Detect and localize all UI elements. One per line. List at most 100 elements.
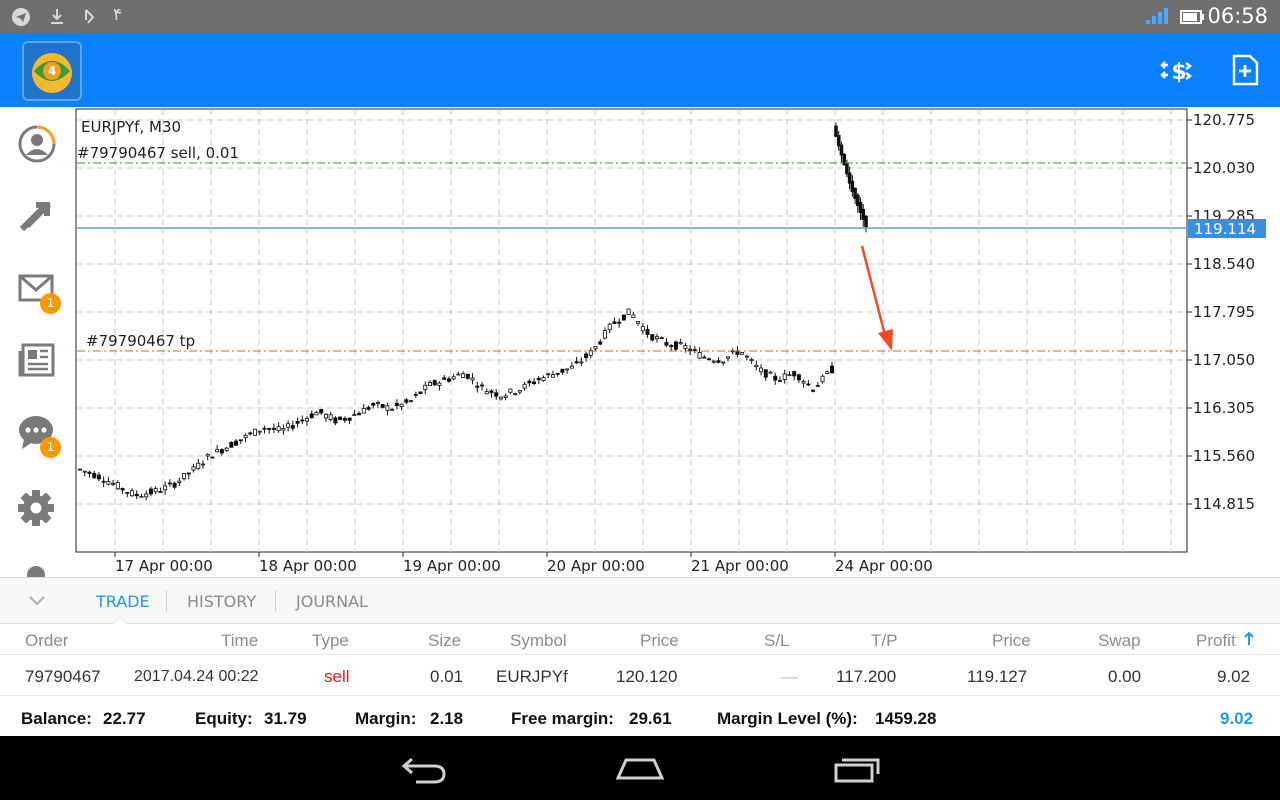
candle-body	[796, 374, 801, 381]
android-nav-bar	[0, 736, 1280, 800]
candle-body	[205, 453, 210, 457]
sort-arrow-up-icon[interactable]	[1244, 632, 1254, 646]
candle-body	[470, 377, 475, 381]
candle-body	[845, 163, 849, 175]
candle-body	[404, 399, 409, 403]
order-line-label: #79790467 sell, 0.01	[77, 144, 239, 162]
candle-body	[82, 470, 87, 473]
candle-body	[508, 388, 513, 393]
candle-body	[640, 326, 645, 332]
swap: 0.00	[1108, 667, 1142, 686]
battery-icon	[1180, 10, 1204, 24]
back-icon[interactable]	[398, 752, 450, 786]
one-click-trading-icon[interactable]: $	[1158, 53, 1192, 87]
candle-body	[669, 345, 674, 347]
column-swap[interactable]: Swap	[1098, 631, 1141, 651]
tab-history[interactable]: HISTORY	[187, 592, 256, 611]
column-symbol[interactable]: Symbol	[510, 631, 567, 651]
balance-value: 22.77	[103, 709, 146, 728]
candle-body	[371, 403, 376, 406]
candle-body	[626, 308, 631, 315]
chart-canvas[interactable]: EURJPYf, M30 #79790467 sell, 0.01 #79790…	[0, 107, 1280, 577]
tab-divider	[166, 590, 167, 612]
candle-body	[319, 409, 324, 414]
candle-body	[782, 373, 787, 380]
candle-body	[839, 144, 844, 156]
candle-body	[167, 482, 172, 485]
chart-frame	[75, 108, 1188, 553]
candle-body	[721, 361, 726, 364]
tp-line-label: #79790467 tp	[86, 332, 195, 350]
time-tick-label: 20 Apr 00:00	[547, 557, 645, 575]
column-profit[interactable]: Profit	[1196, 631, 1236, 651]
candle-body	[309, 413, 314, 419]
candle-body	[754, 364, 759, 368]
candle-body	[815, 385, 820, 387]
candle-body	[153, 488, 158, 493]
candle-body	[740, 352, 745, 355]
status-bar: ۴ 06:58	[0, 0, 1280, 33]
price-tick-label: 117.050	[1193, 351, 1255, 369]
candle-body	[678, 342, 683, 345]
price-chart[interactable]: EURJPYf, M30 #79790467 sell, 0.01 #79790…	[0, 107, 1280, 577]
metatrader-logo-icon[interactable]: 4	[22, 41, 82, 101]
candle-body	[621, 314, 626, 321]
chevron-down-icon[interactable]	[28, 594, 46, 608]
time-tick-label: 19 Apr 00:00	[403, 557, 501, 575]
candle-body	[375, 402, 380, 404]
order-time: 2017.04.24 00:22	[134, 668, 259, 685]
price-tick-label: 114.815	[1193, 495, 1255, 513]
candle-body	[612, 321, 617, 324]
stop-loss: —	[781, 667, 798, 686]
candle-body	[864, 215, 868, 228]
candle-body	[78, 468, 83, 471]
symbol-timeframe-label: EURJPYf, M30	[81, 118, 181, 136]
candle-body	[707, 358, 712, 361]
column-sl[interactable]: S/L	[764, 631, 790, 651]
app-bar: 4 $	[0, 33, 1280, 107]
time-axis: 17 Apr 00:00 18 Apr 00:00 19 Apr 00:00 20 A…	[114, 552, 933, 575]
candle-body	[560, 368, 565, 373]
candle-body	[390, 408, 395, 411]
order-id: 79790467	[25, 667, 101, 686]
current-price: 119.127	[967, 667, 1028, 686]
column-tp[interactable]: T/P	[871, 631, 897, 651]
column-current-price[interactable]: Price	[992, 631, 1031, 651]
current-price-label: 119.114	[1194, 220, 1256, 238]
candle-body	[125, 491, 130, 494]
candle-body	[494, 392, 499, 397]
candle-body	[702, 356, 707, 359]
column-size[interactable]: Size	[428, 631, 461, 651]
margin-value: 2.18	[430, 709, 464, 728]
candle-body	[139, 495, 144, 498]
row-divider	[0, 695, 1280, 696]
home-icon[interactable]	[614, 752, 666, 786]
candle-body	[257, 430, 262, 433]
time-tick-label: 17 Apr 00:00	[115, 557, 213, 575]
candle-body	[555, 372, 560, 375]
candle-body	[234, 440, 239, 446]
tab-journal[interactable]: JOURNAL	[296, 592, 368, 611]
column-price[interactable]: Price	[640, 631, 679, 651]
candle-body	[673, 341, 678, 350]
candle-body	[182, 473, 187, 480]
column-type[interactable]: Type	[312, 631, 349, 651]
tab-trade[interactable]: TRADE	[96, 592, 150, 611]
column-time[interactable]: Time	[221, 631, 258, 651]
candle-body	[210, 456, 215, 459]
candle-body	[650, 334, 655, 341]
price-tick-label: 118.540	[1193, 255, 1255, 273]
total-profit: 9.02	[1220, 709, 1254, 728]
notification-count: ۴	[113, 5, 123, 25]
terminal-panel: TRADE HISTORY JOURNAL Order Time Type Si…	[0, 577, 1280, 736]
candle-body	[806, 383, 811, 386]
recent-apps-icon[interactable]	[830, 752, 882, 786]
candle-body	[513, 393, 518, 395]
order-size: 0.01	[430, 667, 464, 686]
column-order[interactable]: Order	[25, 631, 68, 651]
candle-body	[527, 380, 532, 384]
candle-body	[773, 375, 778, 381]
free-margin-label: Free margin:	[511, 709, 614, 728]
candle-body	[574, 361, 579, 364]
new-order-icon[interactable]	[1228, 53, 1262, 87]
